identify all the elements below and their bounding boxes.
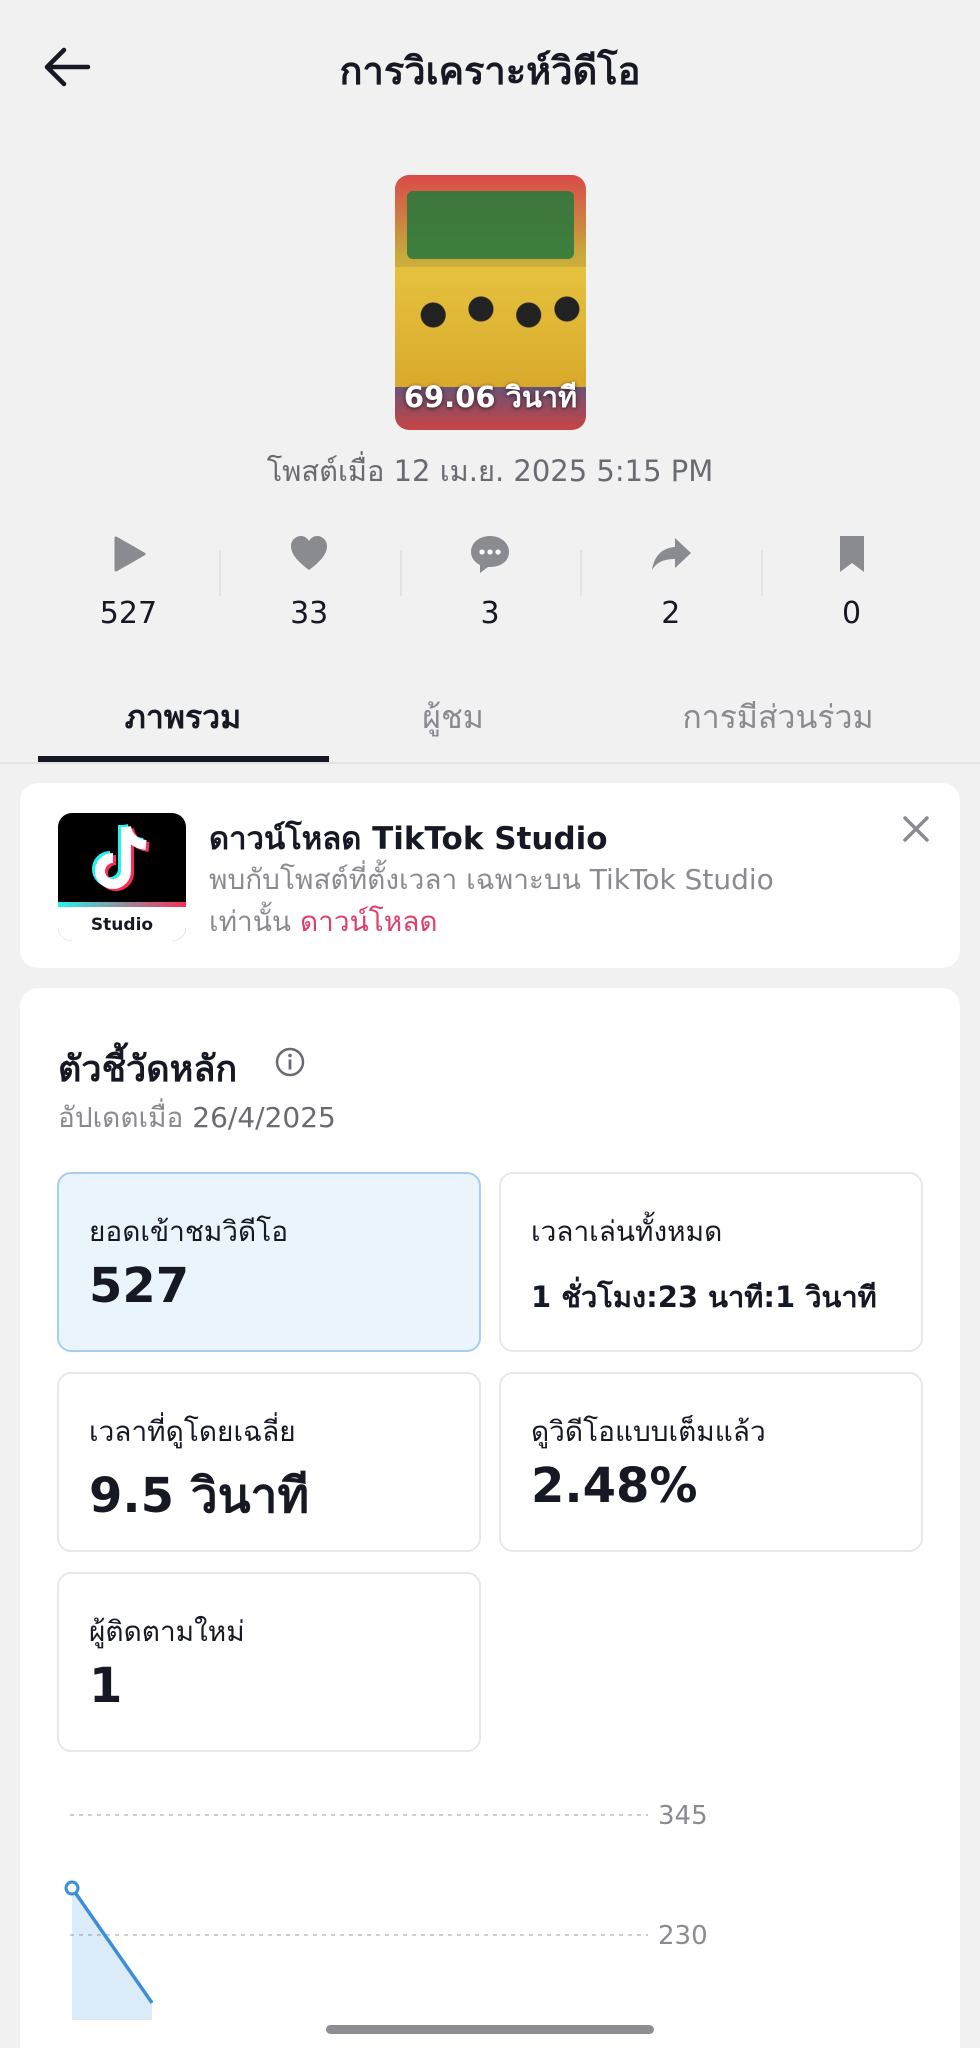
stat-saves: 0: [761, 520, 942, 640]
tab-audience[interactable]: ผู้ชม: [303, 692, 603, 743]
metric-value: 2.48%: [531, 1458, 698, 1514]
metric-label: ดูวิดีโอแบบเต็มแล้ว: [531, 1415, 766, 1448]
metric-value: 527: [89, 1258, 190, 1314]
stat-likes: 33: [218, 520, 400, 640]
tab-bar: ภาพรวม ผู้ชม การมีส่วนร่วม: [0, 680, 980, 764]
stat-value: 33: [290, 596, 329, 631]
tab-engagement[interactable]: การมีส่วนร่วม: [628, 692, 928, 743]
updated-prefix: อัปเดตเมื่อ: [58, 1101, 184, 1134]
info-icon[interactable]: [274, 1046, 306, 1078]
views-chart: 345 230: [64, 1801, 708, 2020]
y-tick-label: 345: [658, 1801, 708, 1831]
comment-icon: [470, 536, 509, 573]
page-title: การวิเคราะห์วิดีโอ: [339, 49, 641, 93]
promo-desc-text: พบกับโพสต์ที่ตั้งเวลา เฉพาะบน TikTok Stu…: [209, 863, 774, 938]
stats-row: 527 33 3 2 0: [38, 520, 942, 640]
stat-value: 0: [842, 596, 862, 631]
metric-label: เวลาเล่นทั้งหมด: [531, 1215, 723, 1248]
thumbnail-people: [395, 267, 586, 387]
header: การวิเคราะห์วิดีโอ: [0, 0, 980, 140]
stat-comments: 3: [399, 520, 581, 640]
heart-icon: [291, 536, 328, 570]
stat-value: 527: [99, 596, 158, 631]
bookmark-icon: [839, 536, 864, 572]
play-icon: [114, 536, 146, 572]
metric-value: 1: [89, 1658, 123, 1714]
logo-text: Studio: [90, 915, 154, 935]
tiktok-note-icon: [92, 823, 150, 891]
stat-views: 527: [38, 520, 219, 640]
data-point: [64, 1880, 80, 1896]
stat-value: 2: [661, 596, 681, 631]
metric-value: 9.5 วินาที: [89, 1468, 310, 1524]
video-thumbnail[interactable]: 69.06 วินาที: [395, 175, 586, 430]
tab-overview[interactable]: ภาพรวม: [33, 692, 333, 743]
updated-value: 26/4/2025: [192, 1101, 336, 1134]
metric-label: ผู้ติดตามใหม่: [89, 1615, 245, 1648]
metric-tile-full-watch[interactable]: ดูวิดีโอแบบเต็มแล้ว 2.48%: [499, 1372, 923, 1552]
close-icon[interactable]: [897, 810, 935, 848]
studio-promo-card: Studio ดาวน์โหลด TikTok Studio พบกับโพสต…: [20, 783, 960, 968]
tiktok-studio-logo: Studio: [58, 813, 186, 941]
thumbnail-banner: [407, 191, 574, 259]
promo-description: พบกับโพสต์ที่ตั้งเวลา เฉพาะบน TikTok Stu…: [209, 859, 849, 943]
video-duration: 69.06 วินาที: [403, 380, 578, 414]
metrics-title: ตัวชี้วัดหลัก: [58, 1049, 238, 1090]
promo-title: ดาวน์โหลด TikTok Studio: [209, 821, 608, 857]
download-link[interactable]: ดาวน์โหลด: [300, 905, 438, 938]
stat-value: 3: [480, 596, 500, 631]
stat-shares: 2: [580, 520, 761, 640]
active-tab-indicator: [38, 756, 329, 762]
metric-tile-new-followers[interactable]: ผู้ติดตามใหม่ 1: [57, 1572, 481, 1752]
metric-tile-avg-watch-time[interactable]: เวลาที่ดูโดยเฉลี่ย 9.5 วินาที: [57, 1372, 481, 1552]
share-icon: [651, 538, 691, 570]
metric-value: 1 ชั่วโมง:23 นาที:1 วินาที: [531, 1280, 877, 1314]
metric-tile-total-watch-time[interactable]: เวลาเล่นทั้งหมด 1 ชั่วโมง:23 นาที:1 วินา…: [499, 1172, 923, 1352]
metric-tile-views[interactable]: ยอดเข้าชมวิดีโอ 527: [57, 1172, 481, 1352]
metric-label: เวลาที่ดูโดยเฉลี่ย: [89, 1415, 296, 1448]
updated-date: อัปเดตเมื่อ 26/4/2025: [58, 1096, 336, 1140]
y-tick-label: 230: [658, 1921, 708, 1951]
posted-date: โพสต์เมื่อ 12 เม.ย. 2025 5:15 PM: [266, 454, 714, 488]
home-indicator[interactable]: [326, 2025, 654, 2034]
metric-label: ยอดเข้าชมวิดีโอ: [89, 1215, 289, 1248]
